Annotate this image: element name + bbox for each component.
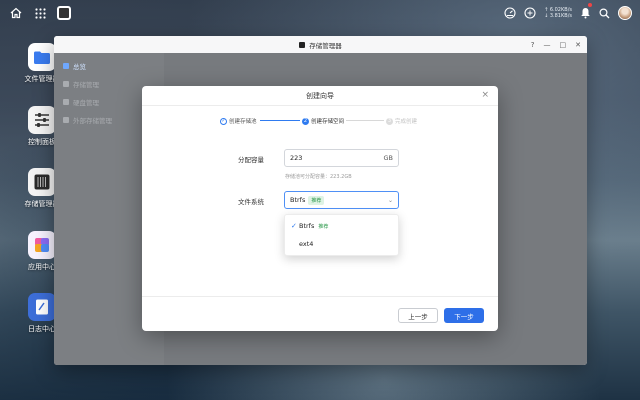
step-check-icon: ✓	[220, 117, 227, 125]
app-center-icon	[28, 231, 56, 259]
capacity-input[interactable]: 223 GB	[284, 149, 399, 167]
filesystem-selected: Btrfs	[290, 196, 306, 204]
prev-step-button[interactable]: 上一步	[398, 308, 438, 323]
storage-icon	[28, 168, 56, 196]
step-create-pool: ✓ 创建存储池	[220, 117, 257, 125]
recommend-badge: 推荐	[318, 223, 329, 230]
dropdown-option-btrfs[interactable]: ✓ Btrfs 推荐	[285, 217, 398, 235]
step-label: 创建存储池	[229, 119, 257, 125]
home-icon[interactable]	[8, 5, 24, 21]
notification-dot	[588, 2, 592, 7]
storage-pool-icon	[63, 81, 69, 87]
capacity-unit: GB	[383, 154, 394, 162]
filesystem-label: 文件系统	[238, 198, 264, 206]
sidebar-item-label: 存储管理	[73, 81, 99, 89]
sidebar-item-label: 硬盘管理	[73, 99, 99, 107]
external-storage-icon	[63, 117, 69, 123]
app-window-icon[interactable]	[56, 5, 72, 21]
sliders-icon	[28, 106, 56, 134]
maximize-button[interactable]: □	[560, 41, 567, 49]
capacity-label: 分配容量	[238, 156, 264, 164]
dashboard-icon[interactable]	[504, 4, 516, 23]
step-number: 2	[302, 117, 309, 125]
dropdown-option-ext4[interactable]: ext4	[285, 235, 398, 253]
step-finish: 3 完成创建	[386, 117, 417, 125]
overview-icon	[63, 63, 69, 69]
net-down-rate: ↓ 3.81KB/s	[544, 13, 572, 19]
avatar[interactable]	[618, 6, 632, 20]
step-connector	[346, 120, 384, 121]
network-speed-icon[interactable]	[524, 4, 536, 23]
sidebar-item-overview[interactable]: 总览	[54, 57, 164, 75]
capacity-hint: 存储池可分配容量：223.2GB	[285, 174, 352, 180]
step-number: 3	[386, 117, 393, 125]
close-window-button[interactable]: ✕	[575, 41, 581, 49]
dialog-footer: 上一步 下一步	[142, 296, 498, 331]
create-wizard-dialog: 创建向导 × ✓ 创建存储池 2 创建存储空间 3 完成创建 分配容量 223 …	[142, 86, 498, 331]
sidebar-item-label: 外部存储管理	[73, 117, 112, 125]
step-label: 创建存储空间	[311, 119, 345, 125]
option-label: ext4	[299, 240, 314, 248]
storage-app-icon	[299, 41, 306, 48]
close-icon[interactable]: ×	[481, 91, 489, 100]
top-bar: ↑ 6.02KB/s ↓ 3.81KB/s	[0, 0, 640, 26]
option-label: Btrfs	[299, 222, 315, 230]
dialog-titlebar: 创建向导 ×	[142, 86, 498, 106]
folder-icon	[28, 43, 56, 71]
filesystem-dropdown: ✓ Btrfs 推荐 ext4	[284, 214, 399, 256]
window-title: 存储管理器	[309, 41, 342, 50]
desktop-icon-label: 日志中心	[28, 325, 56, 333]
window-titlebar[interactable]: 存储管理器 ? — □ ✕	[54, 36, 587, 53]
log-icon	[28, 293, 56, 321]
chevron-down-icon: ⌄	[387, 196, 393, 204]
wizard-steps: ✓ 创建存储池 2 创建存储空间 3 完成创建	[142, 117, 498, 129]
filesystem-select[interactable]: Btrfs 推荐 ⌄	[284, 191, 399, 209]
sidebar-item-label: 总览	[73, 63, 86, 71]
step-label: 完成创建	[395, 119, 418, 125]
recommend-badge: 推荐	[308, 195, 325, 205]
help-button[interactable]: ?	[531, 41, 535, 49]
disk-icon	[63, 99, 69, 105]
dialog-title: 创建向导	[306, 91, 334, 100]
desktop-icon-label: 应用中心	[28, 263, 56, 271]
step-create-volume: 2 创建存储空间	[302, 117, 344, 125]
desktop-icon-label: 控制面板	[28, 138, 56, 146]
apps-grid-icon[interactable]	[32, 5, 48, 21]
search-icon[interactable]	[599, 4, 610, 23]
check-icon: ✓	[291, 222, 297, 230]
minimize-button[interactable]: —	[544, 41, 551, 49]
capacity-value: 223	[290, 154, 303, 162]
network-rate: ↑ 6.02KB/s ↓ 3.81KB/s	[544, 7, 572, 19]
next-step-button[interactable]: 下一步	[444, 308, 484, 323]
step-connector	[260, 120, 300, 121]
bell-icon[interactable]	[580, 2, 592, 23]
